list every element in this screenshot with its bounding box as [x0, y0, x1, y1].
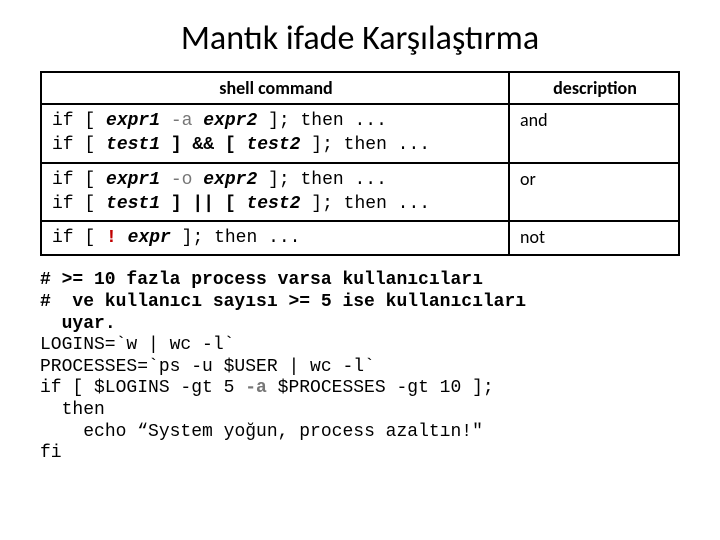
cell-not-cmd: if [ ! expr ]; then ... — [41, 221, 509, 255]
table-row: if [ expr1 -o expr2 ]; then ... if [ tes… — [41, 163, 679, 222]
cell-or-desc: or — [509, 163, 679, 222]
operators-table: shell command description if [ expr1 -a … — [40, 71, 680, 256]
cell-and-cmd: if [ expr1 -a expr2 ]; then ... if [ tes… — [41, 104, 509, 163]
table-row: if [ expr1 -a expr2 ]; then ... if [ tes… — [41, 104, 679, 163]
th-shell-command: shell command — [41, 72, 509, 104]
cell-and-desc: and — [509, 104, 679, 163]
code-block: # >= 10 fazla process varsa kullanıcılar… — [40, 270, 680, 464]
table-row: if [ ! expr ]; then ... not — [41, 221, 679, 255]
page-title: Mantık ifade Karşılaştırma — [40, 18, 680, 59]
th-description: description — [509, 72, 679, 104]
cell-not-desc: not — [509, 221, 679, 255]
cell-or-cmd: if [ expr1 -o expr2 ]; then ... if [ tes… — [41, 163, 509, 222]
